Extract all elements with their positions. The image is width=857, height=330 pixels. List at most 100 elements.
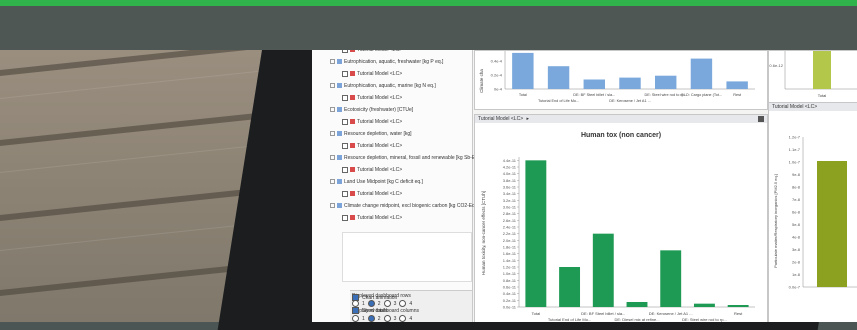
model-icon — [350, 95, 355, 100]
columns-option-3: 3 — [393, 315, 397, 322]
tree-item[interactable]: Land Use Midpoint [kg C deficit eq.] — [330, 178, 423, 185]
expand-toggle-icon[interactable] — [330, 179, 335, 184]
chart-animation-toggle[interactable]: Chart animation — [352, 294, 397, 301]
y-tick-label: 1.8e-11 — [503, 245, 517, 250]
tablet-screen: Tutorial Model <LC> Eutrophication, aquat… — [312, 50, 857, 322]
y-tick-label: 2.8e-11 — [503, 211, 517, 216]
climate-change-panel: Climate cha 0.4e-4 0.2e-4 0e-4 Total DE: BF S… — [474, 50, 768, 110]
tree-item[interactable]: Tutorial Model <LC> — [342, 70, 402, 77]
tree-checkbox[interactable] — [342, 190, 348, 197]
top-x-tick-label: Tutorial End of Life Mo... — [538, 99, 579, 103]
show-totals-checkbox[interactable] — [352, 307, 359, 314]
tree-checkbox[interactable] — [342, 166, 348, 173]
right-bar — [817, 161, 847, 287]
top-x-tick-label: DE: Kerosene / Jet A1 ... — [609, 99, 651, 103]
right-panel-header-title: Tutorial Model <LC> — [772, 104, 818, 110]
y-tick-label: 4.4e-11 — [503, 158, 517, 163]
y-axis-label: Human toxicity, non-cancer effects [CTUh… — [481, 191, 486, 275]
tree-empty-area — [342, 232, 472, 282]
tree-item[interactable]: Eutrophication, aquatic, freshwater [kg … — [330, 58, 443, 65]
expand-toggle-icon[interactable] — [330, 203, 335, 208]
expand-toggle-icon[interactable] — [330, 155, 335, 160]
y-tick-label: 3.6e-11 — [503, 185, 517, 190]
rows-radio-1[interactable] — [352, 300, 359, 307]
panel-header-arrow-icon[interactable]: ▸ — [527, 116, 530, 122]
tree-checkbox[interactable] — [342, 50, 348, 53]
tree-checkbox[interactable] — [342, 118, 348, 125]
rows-option-3: 3 — [393, 300, 397, 307]
panel-header-title: Tutorial Model <LC> — [478, 116, 524, 122]
expand-toggle-icon[interactable] — [330, 59, 335, 64]
impact-category-icon — [337, 107, 342, 112]
top-bar-7 — [726, 81, 748, 89]
top-bar-6 — [690, 58, 713, 89]
impact-category-icon — [337, 179, 342, 184]
y-tick-label: 7e-8 — [792, 197, 801, 202]
tree-checkbox[interactable] — [342, 94, 348, 101]
tree-checkbox[interactable] — [342, 214, 348, 221]
tree-item[interactable]: Climate change midpoint, excl biogenic c… — [330, 202, 484, 209]
tree-checkbox[interactable] — [342, 70, 348, 77]
y-tick-label: 0.0e-7 — [789, 285, 801, 290]
y-tick-label: 0.6e-12 — [769, 63, 783, 68]
expand-toggle-icon[interactable] — [330, 83, 335, 88]
tree-item[interactable]: Tutorial Model <LC> — [342, 142, 402, 149]
tree-item[interactable]: Tutorial Model <LC> — [342, 166, 402, 173]
tree-item[interactable]: Tutorial Model <LC> — [342, 94, 402, 101]
tree-item-label: Land Use Midpoint [kg C deficit eq.] — [344, 178, 423, 185]
tree-item[interactable]: Ecotoxicity (freshwater) [CTUe] — [330, 106, 413, 113]
y-tick-label: 1.2e-7 — [789, 135, 801, 140]
columns-option-4: 4 — [409, 315, 413, 322]
tree-item[interactable]: Tutorial Model <LC> — [342, 50, 402, 53]
tree-item[interactable]: Resource depletion, water [kg] — [330, 130, 412, 137]
y-tick-label: 1.4e-11 — [503, 258, 517, 263]
show-totals-toggle[interactable]: Show totals — [352, 307, 388, 314]
rows-radio-2[interactable] — [367, 300, 375, 307]
tree-checkbox[interactable] — [342, 142, 348, 149]
tree-item[interactable]: Tutorial Model <LC> — [342, 118, 402, 125]
panel-header: Tutorial Model <LC> ▸ — [475, 115, 767, 123]
tree-item-label: Tutorial Model <LC> — [357, 214, 403, 221]
columns-radio-3[interactable] — [383, 315, 391, 322]
tree-item-label: Eutrophication, aquatic, freshwater [kg … — [344, 58, 444, 65]
x-tick-label: Total — [532, 311, 541, 316]
chart-title: Human tox (non cancer) — [581, 132, 661, 139]
x-tick-label: DE: BF Steel billet / sla... — [581, 311, 625, 316]
rows-radio-4[interactable] — [399, 300, 407, 307]
y-tick-label: 3.8e-11 — [503, 178, 517, 183]
tree-item[interactable]: Resource depletion, mineral, fossil and … — [330, 154, 487, 161]
right-panel-header: Tutorial Model <LC> — [769, 103, 857, 111]
expand-toggle-icon[interactable] — [330, 131, 335, 136]
model-icon — [350, 191, 355, 196]
columns-radio-2[interactable] — [367, 315, 375, 322]
panel-close-icon[interactable] — [758, 116, 764, 122]
rows-radio-group[interactable]: 1 2 3 4 — [352, 300, 412, 307]
y-tick-label: 0.4e-11 — [503, 291, 517, 296]
bar-7 — [727, 305, 749, 307]
rows-radio-3[interactable] — [383, 300, 391, 307]
tree-item-label: Tutorial Model <LC> — [357, 70, 403, 77]
y-tick-label: 6e-8 — [792, 210, 801, 215]
top-bar-1 — [512, 52, 534, 89]
y-tick-label: 1.0e-7 — [789, 160, 801, 165]
tree-item[interactable]: Tutorial Model <LC> — [342, 190, 402, 197]
columns-option-2: 2 — [377, 315, 381, 322]
y-tick-label: 2.6e-11 — [503, 218, 517, 223]
x-tick-label: Tutorial End of Life Mo... — [548, 317, 591, 322]
tree-item[interactable]: Tutorial Model <LC> — [342, 214, 402, 221]
expand-toggle-icon[interactable] — [330, 107, 335, 112]
tree-item-label: Resource depletion, mineral, fossil and … — [344, 154, 487, 161]
tree-item[interactable]: Eutrophication, aquatic, marine [kg N eq… — [330, 82, 436, 89]
y-tick-label: 3.4e-11 — [503, 191, 517, 196]
columns-radio-1[interactable] — [352, 315, 359, 322]
impact-category-tree: Tutorial Model <LC> Eutrophication, aquat… — [312, 50, 487, 322]
chart-animation-checkbox[interactable] — [352, 294, 359, 301]
top-bar-4 — [619, 77, 641, 89]
x-tick-label: Total — [818, 93, 827, 98]
y-tick-label: 0.4e-4 — [491, 59, 503, 64]
y-tick-label: 2.2e-11 — [503, 231, 517, 236]
columns-radio-group[interactable]: 1 2 3 4 — [352, 315, 412, 322]
columns-radio-4[interactable] — [399, 315, 407, 322]
model-icon — [350, 71, 355, 76]
top-x-tick-label: DE: BF Steel billet / sla... — [573, 93, 615, 97]
